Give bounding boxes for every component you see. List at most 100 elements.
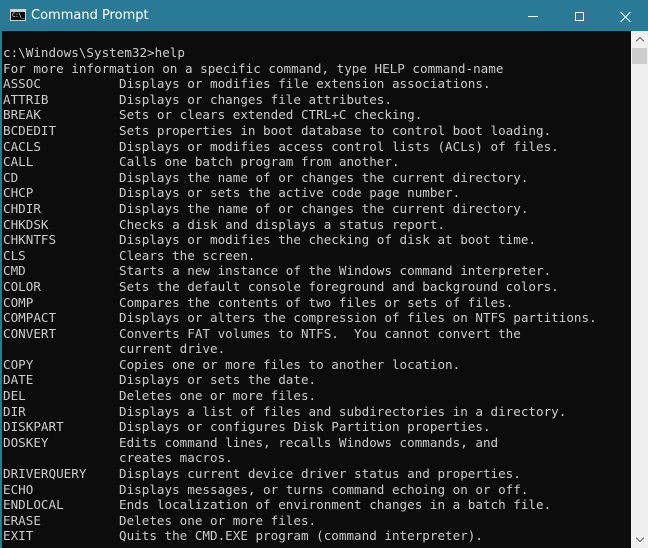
console-text: c:\Windows\System32>help For more informa… <box>3 45 597 544</box>
command-name: DATE <box>3 372 34 388</box>
chevron-down-icon <box>635 533 644 543</box>
help-entry: CHKDSK Checks a disk and displays a statu… <box>3 217 597 233</box>
command-name: DRIVERQUERY <box>3 466 87 482</box>
command-name: ASSOC <box>3 76 41 92</box>
minimize-button[interactable] <box>510 1 556 31</box>
command-description: Deletes one or more files. <box>119 388 317 404</box>
help-entry: ASSOC Displays or modifies file extension… <box>3 76 597 92</box>
command-description: Displays or modifies file extension asso… <box>119 76 491 92</box>
command-description: Calls one batch program from another. <box>119 154 400 170</box>
command-name: CLS <box>3 247 26 263</box>
help-entry: CALL Calls one batch program from another… <box>3 154 597 170</box>
command-description: Displays or sets the active code page nu… <box>119 185 461 201</box>
command-description: Displays or sets the date. <box>119 372 317 388</box>
help-entry: EXIT Quits the CMD.EXE program (command i… <box>3 528 597 544</box>
help-entry: DOSKEY Edits command lines, recalls Windo… <box>3 435 597 451</box>
command-name: BREAK <box>3 107 41 123</box>
help-entry: COLOR Sets the default console foreground… <box>3 279 597 295</box>
command-description: Compares the contents of two files or se… <box>119 294 514 310</box>
command-description: Displays a list of files and subdirector… <box>119 403 567 419</box>
command-name: CMD <box>3 263 26 279</box>
console-output[interactable]: c:\Windows\System32>help For more informa… <box>2 31 631 548</box>
console-icon-glyph: C:\_ <box>12 12 25 19</box>
help-entry: CONVERT Converts FAT volumes to NTFS. You… <box>3 326 597 342</box>
command-name: ENDLOCAL <box>3 497 64 513</box>
help-entry: DEL Deletes one or more files. <box>3 388 597 404</box>
command-name: DEL <box>3 388 26 404</box>
command-name: EXIT <box>3 528 34 544</box>
help-entry: DRIVERQUERY Displays current device drive… <box>3 466 597 482</box>
command-description: Displays or configures Disk Partition pr… <box>119 419 491 435</box>
command-name: COPY <box>3 356 34 372</box>
command-name: DOSKEY <box>3 434 49 450</box>
command-name: ATTRIB <box>3 91 49 107</box>
help-entry: BREAK Sets or clears extended CTRL+C chec… <box>3 107 597 123</box>
command-description: Displays or alters the compression of fi… <box>119 310 597 326</box>
command-description: Sets or clears extended CTRL+C checking. <box>119 107 423 123</box>
command-name: ERASE <box>3 512 41 528</box>
command-description: Ends localization of environment changes… <box>119 497 552 513</box>
command-name: CD <box>3 169 19 185</box>
command-name: COMPACT <box>3 310 57 326</box>
command-name: CHCP <box>3 185 34 201</box>
help-entry: CMD Starts a new instance of the Windows … <box>3 263 597 279</box>
command-name: CACLS <box>3 138 41 154</box>
help-entry: creates macros. <box>3 450 597 466</box>
help-entry: ATTRIB Displays or changes file attribute… <box>3 92 597 108</box>
command-description: Edits command lines, recalls Windows com… <box>119 434 499 450</box>
command-name: COLOR <box>3 278 41 294</box>
help-entry: COMPACT Displays or alters the compressio… <box>3 310 597 326</box>
command-description: Displays the name of or changes the curr… <box>119 200 529 216</box>
command-name: CALL <box>3 154 34 170</box>
command-prompt-window: C:\_ Command Prompt c:\Windows\System32>… <box>0 0 648 548</box>
help-entry: CHKNTFS Displays or modifies the checking… <box>3 232 597 248</box>
command-description: Sets properties in boot database to cont… <box>119 122 552 138</box>
scroll-thumb[interactable] <box>632 48 647 64</box>
scroll-up-button[interactable] <box>631 31 648 48</box>
help-entry: ECHO Displays messages, or turns command … <box>3 482 597 498</box>
help-entry: CHDIR Displays the name of or changes the… <box>3 201 597 217</box>
help-entry: CACLS Displays or modifies access control… <box>3 139 597 155</box>
maximize-button[interactable] <box>556 1 602 31</box>
help-entry: DATE Displays or sets the date. <box>3 372 597 388</box>
scroll-down-button[interactable] <box>631 531 648 548</box>
command-name: CHKNTFS <box>3 232 57 248</box>
console-icon[interactable]: C:\_ <box>10 9 26 21</box>
help-entry: COMP Compares the contents of two files o… <box>3 295 597 311</box>
close-button[interactable] <box>602 1 648 31</box>
window-title: Command Prompt <box>31 8 149 23</box>
help-entry: DIR Displays a list of files and subdirec… <box>3 404 597 420</box>
command-description: Clears the screen. <box>119 247 256 263</box>
command-description: Copies one or more files to another loca… <box>119 356 461 372</box>
command-description: Deletes one or more files. <box>119 512 317 528</box>
help-entry: DISKPART Displays or configures Disk Part… <box>3 419 597 435</box>
chevron-up-icon <box>635 36 644 46</box>
help-entry: ENDLOCAL Ends localization of environment… <box>3 497 597 513</box>
help-entry: CHCP Displays or sets the active code pag… <box>3 185 597 201</box>
command-description: Displays messages, or turns command echo… <box>119 481 529 497</box>
prompt-line: c:\Windows\System32>help <box>3 45 185 60</box>
minimize-icon <box>528 15 538 17</box>
help-entry: CD Displays the name of or changes the cu… <box>3 170 597 186</box>
help-entry: current drive. <box>3 341 597 357</box>
command-description: Displays the name of or changes the curr… <box>119 169 529 185</box>
help-entry: ERASE Deletes one or more files. <box>3 513 597 529</box>
title-bar[interactable]: C:\_ Command Prompt <box>1 1 647 31</box>
command-description: Checks a disk and displays a status repo… <box>119 216 446 232</box>
command-description: Starts a new instance of the Windows com… <box>119 263 552 279</box>
command-name: ECHO <box>3 481 34 497</box>
command-description: Displays or modifies the checking of dis… <box>119 232 537 248</box>
help-entry: BCDEDIT Sets properties in boot database … <box>3 123 597 139</box>
command-description: Displays or changes file attributes. <box>119 91 392 107</box>
command-description: Displays or modifies access control list… <box>119 138 559 154</box>
command-description: creates macros. <box>119 450 233 466</box>
help-entries: ASSOC Displays or modifies file extension… <box>3 76 597 544</box>
vertical-scrollbar[interactable] <box>631 31 648 548</box>
command-name: CHKDSK <box>3 216 49 232</box>
help-entry: COPY Copies one or more files to another … <box>3 357 597 373</box>
command-name: DISKPART <box>3 419 64 435</box>
command-name: BCDEDIT <box>3 122 57 138</box>
command-name: CHDIR <box>3 200 41 216</box>
command-name: CONVERT <box>3 325 57 341</box>
intro-line: For more information on a specific comma… <box>3 60 504 76</box>
